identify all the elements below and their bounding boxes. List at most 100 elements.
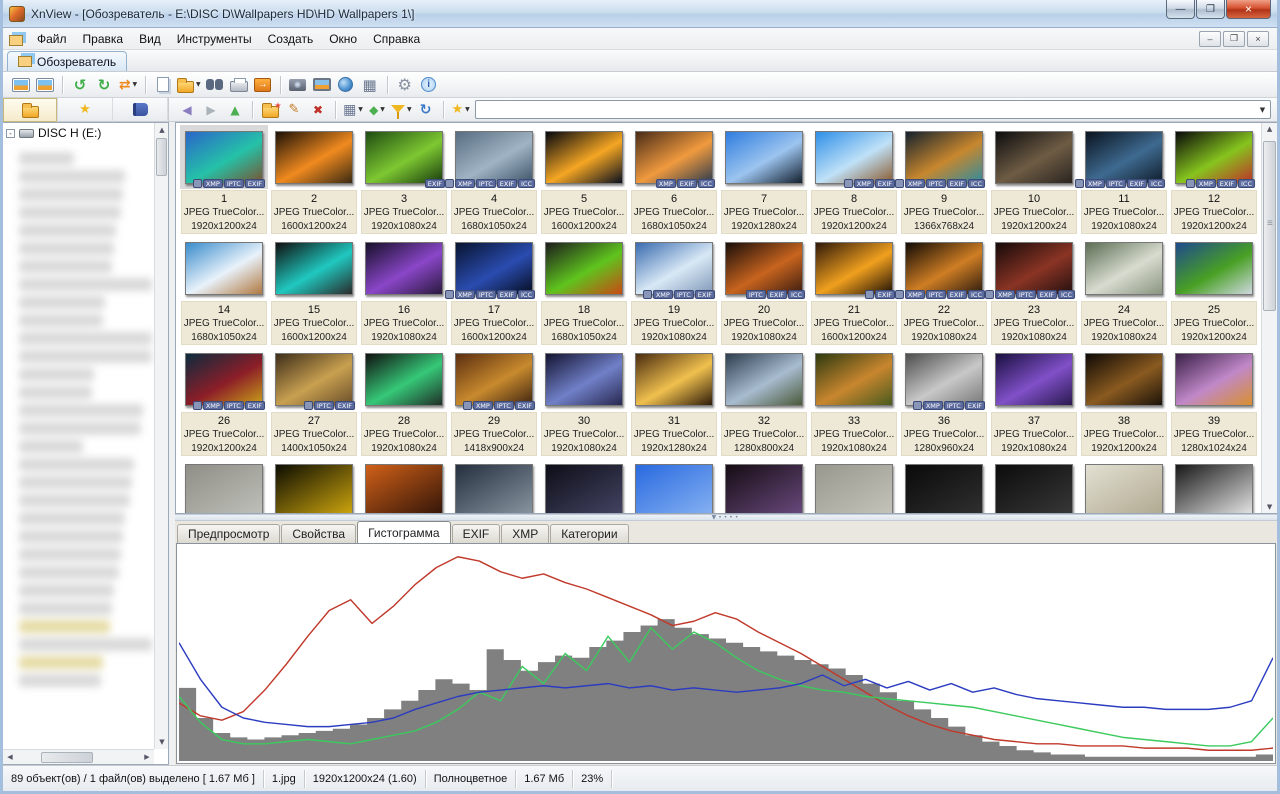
thumbnail-cell[interactable]: 32JPEG TrueColor...1280x800x24 — [719, 347, 809, 458]
sort-icon[interactable]: ◆▼ — [365, 99, 389, 121]
thumbnail-cell[interactable]: XMPIPTCEXIF29JPEG TrueColor...1418x900x2… — [449, 347, 539, 458]
dropdown-caret-icon[interactable]: ▼ — [380, 106, 385, 113]
thumbnail-cell[interactable]: EXIF21JPEG TrueColor...1600x1200x24 — [809, 236, 899, 347]
mdi-restore-button[interactable]: ❐ — [1223, 31, 1245, 47]
thumbnail-cell[interactable]: 39JPEG TrueColor...1280x1024x24 — [1169, 347, 1259, 458]
thumbnail-cell[interactable]: XMPIPTCEXIFICC17JPEG TrueColor...1600x12… — [449, 236, 539, 347]
tree-expander-icon[interactable]: - — [6, 129, 15, 138]
thumbnail-cell[interactable]: 30JPEG TrueColor...1920x1080x24 — [539, 347, 629, 458]
print-icon[interactable] — [227, 74, 251, 96]
thumbnail-cell[interactable]: 16JPEG TrueColor...1920x1080x24 — [359, 236, 449, 347]
thumbnail-cell[interactable] — [359, 458, 449, 513]
thumbnail-cell[interactable]: 7JPEG TrueColor...1920x1280x24 — [719, 125, 809, 236]
minimize-button[interactable]: — — [1166, 0, 1195, 19]
thumbnail-cell[interactable] — [1079, 458, 1169, 513]
mdi-close-button[interactable]: × — [1247, 31, 1269, 47]
filter-icon[interactable]: ▼ — [389, 99, 414, 121]
dropdown-caret-icon[interactable]: ▼ — [465, 106, 470, 113]
scroll-down-icon[interactable]: ▼ — [155, 735, 169, 749]
thumbnail-cell[interactable]: 5JPEG TrueColor...1600x1200x24 — [539, 125, 629, 236]
scroll-up-icon[interactable]: ▲ — [155, 123, 169, 137]
rotate-left-icon[interactable]: ↺ — [68, 74, 92, 96]
browser-vertical-scrollbar[interactable]: ▲ ▼ — [1261, 123, 1277, 513]
menu-item-4[interactable]: Создать — [260, 30, 322, 48]
scroll-right-icon[interactable]: ▶ — [140, 750, 154, 764]
tree-vertical-scrollbar[interactable]: ▲ ▼ — [154, 123, 168, 749]
scroll-left-icon[interactable]: ◀ — [3, 750, 17, 764]
close-button[interactable]: × — [1226, 0, 1271, 19]
open-with-icon[interactable]: ▼ — [175, 74, 203, 96]
maximize-button[interactable]: ❐ — [1196, 0, 1225, 19]
slideshow-icon[interactable] — [310, 74, 334, 96]
fullscreen-icon[interactable] — [33, 74, 57, 96]
thumbnail-cell[interactable]: XMPIPTCEXIF26JPEG TrueColor...1920x1200x… — [179, 347, 269, 458]
thumbnail-cell[interactable]: 25JPEG TrueColor...1920x1200x24 — [1169, 236, 1259, 347]
thumbnail-cell[interactable] — [719, 458, 809, 513]
edit-icon[interactable]: ✎ — [282, 99, 306, 121]
scroll-down-icon[interactable]: ▼ — [1262, 503, 1277, 511]
thumbnail-cell[interactable]: XMPIPTCEXIF19JPEG TrueColor...1920x1080x… — [629, 236, 719, 347]
thumbnail-cell[interactable] — [449, 458, 539, 513]
menu-item-3[interactable]: Инструменты — [169, 30, 260, 48]
forward-icon[interactable]: ▶ — [199, 99, 223, 121]
copy-page-icon[interactable] — [151, 74, 175, 96]
thumbnail-cell[interactable] — [1169, 458, 1259, 513]
back-icon[interactable]: ◀ — [175, 99, 199, 121]
info-tab-4[interactable]: XMP — [501, 524, 549, 543]
thumbnail-cell[interactable]: IPTCEXIFICC20JPEG TrueColor...1920x1080x… — [719, 236, 809, 347]
thumbnail-cell[interactable] — [539, 458, 629, 513]
info-tab-0[interactable]: Предпросмотр — [177, 524, 280, 543]
bookmarks-tab-button[interactable] — [113, 98, 168, 122]
thumbnail-cell[interactable]: XMPEXIF8JPEG TrueColor...1920x1200x24 — [809, 125, 899, 236]
info-tab-2[interactable]: Гистограмма — [357, 521, 450, 543]
rotate-right-icon[interactable]: ↻ — [92, 74, 116, 96]
dropdown-caret-icon[interactable]: ▼ — [407, 106, 412, 113]
menu-item-1[interactable]: Правка — [75, 30, 132, 48]
scrollbar-thumb[interactable] — [1263, 141, 1276, 311]
thumbnail-cell[interactable]: 14JPEG TrueColor...1680x1050x24 — [179, 236, 269, 347]
thumbnail-cell[interactable]: XMPIPTCEXIFICC23JPEG TrueColor...1920x10… — [989, 236, 1079, 347]
dropdown-caret-icon[interactable]: ▼ — [358, 106, 363, 113]
favorites-star-icon[interactable]: ★▼ — [449, 99, 473, 121]
thumbnail-cell[interactable] — [269, 458, 359, 513]
refresh-icon[interactable]: ↻ — [414, 99, 438, 121]
thumbnail-cell[interactable]: IPTCEXIF27JPEG TrueColor...1400x1050x24 — [269, 347, 359, 458]
thumbnail-cell[interactable]: 33JPEG TrueColor...1920x1080x24 — [809, 347, 899, 458]
info-icon[interactable]: i — [417, 74, 441, 96]
thumbnail-cell[interactable]: XMPIPTCEXIF1JPEG TrueColor...1920x1200x2… — [179, 125, 269, 236]
settings-gear-icon[interactable]: ⚙ — [393, 74, 417, 96]
delete-icon[interactable]: ✖ — [306, 99, 330, 121]
thumbnail-cell[interactable] — [179, 458, 269, 513]
new-folder-icon[interactable] — [258, 99, 282, 121]
export-icon[interactable]: → — [251, 74, 275, 96]
mdi-minimize-button[interactable]: – — [1199, 31, 1221, 47]
dropdown-caret-icon[interactable]: ▼ — [196, 81, 201, 88]
horizontal-splitter[interactable]: ▼•••• — [175, 514, 1277, 521]
thumbnail-cell[interactable]: XMPIPTCEXIFICC11JPEG TrueColor...1920x10… — [1079, 125, 1169, 236]
thumbnail-cell[interactable]: XMPIPTCEXIF36JPEG TrueColor...1280x960x2… — [899, 347, 989, 458]
menu-item-2[interactable]: Вид — [131, 30, 169, 48]
thumbnail-cell[interactable]: 37JPEG TrueColor...1920x1080x24 — [989, 347, 1079, 458]
thumbnail-cell[interactable] — [809, 458, 899, 513]
web-page-icon[interactable] — [334, 74, 358, 96]
thumbnail-cell[interactable]: XMPIPTCEXIFICC22JPEG TrueColor...1920x10… — [899, 236, 989, 347]
thumbnail-cell[interactable]: 10JPEG TrueColor...1920x1200x24 — [989, 125, 1079, 236]
search-icon[interactable] — [203, 74, 227, 96]
thumbnail-cell[interactable] — [989, 458, 1079, 513]
info-tab-3[interactable]: EXIF — [452, 524, 501, 543]
menu-item-6[interactable]: Справка — [365, 30, 428, 48]
tree-item-disc-h[interactable]: - DISC H (E:) — [3, 123, 168, 142]
address-combobox[interactable]: ▼ — [475, 100, 1271, 119]
tab-browser[interactable]: Обозреватель — [7, 51, 127, 71]
thumbnail-cell[interactable]: 31JPEG TrueColor...1920x1280x24 — [629, 347, 719, 458]
thumbnail-cell[interactable]: EXIF3JPEG TrueColor...1920x1080x24 — [359, 125, 449, 236]
address-dropdown-icon[interactable]: ▼ — [1255, 101, 1270, 118]
thumbnail-cell[interactable]: XMPEXIFICC6JPEG TrueColor...1680x1050x24 — [629, 125, 719, 236]
thumbnail-cell[interactable]: XMPIPTCEXIFICC4JPEG TrueColor...1680x105… — [449, 125, 539, 236]
thumbnail-cell[interactable] — [629, 458, 719, 513]
thumbnail-cell[interactable]: XMPEXIFICC12JPEG TrueColor...1920x1200x2… — [1169, 125, 1259, 236]
view-mode-icon[interactable]: ▦▼ — [341, 99, 365, 121]
tree-horizontal-scrollbar[interactable]: ◀ ▶ — [3, 749, 154, 764]
up-icon[interactable]: ▲ — [223, 99, 247, 121]
scroll-up-icon[interactable]: ▲ — [1262, 125, 1277, 133]
